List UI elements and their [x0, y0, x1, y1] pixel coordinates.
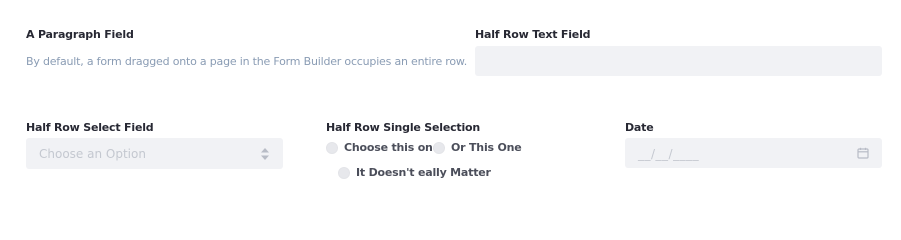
radio-button[interactable] — [326, 141, 338, 154]
half-row-single-selection-label: Half Row Single Selection — [326, 121, 481, 134]
radio-button[interactable] — [433, 141, 445, 154]
paragraph-field-label: A Paragraph Field — [26, 28, 134, 41]
radio-option-label: Choose this one — [344, 141, 440, 154]
half-row-text-input[interactable] — [475, 46, 882, 76]
date-input[interactable]: __/__/____ — [625, 138, 882, 168]
half-row-select-field-label: Half Row Select Field — [26, 121, 154, 134]
date-field-label: Date — [625, 121, 654, 134]
radio-button[interactable] — [338, 166, 350, 179]
calendar-icon[interactable] — [857, 147, 869, 159]
radio-option-or-this-one[interactable]: Or This One — [433, 141, 522, 154]
radio-option-choose-this-one[interactable]: Choose this one — [326, 141, 440, 154]
date-placeholder: __/__/____ — [638, 147, 700, 161]
half-row-text-field-label: Half Row Text Field — [475, 28, 591, 41]
radio-option-label: Or This One — [451, 141, 522, 154]
half-row-select-dropdown[interactable]: Choose an Option — [26, 138, 283, 169]
radio-option-it-doesnt-matter[interactable]: It Doesn't eally Matter — [338, 166, 491, 179]
form-page: A Paragraph Field By default, a form dra… — [0, 0, 901, 226]
select-arrows-icon — [261, 148, 269, 160]
paragraph-field-text: By default, a form dragged onto a page i… — [26, 55, 468, 68]
radio-option-label: It Doesn't eally Matter — [356, 166, 491, 179]
select-placeholder: Choose an Option — [39, 147, 146, 161]
